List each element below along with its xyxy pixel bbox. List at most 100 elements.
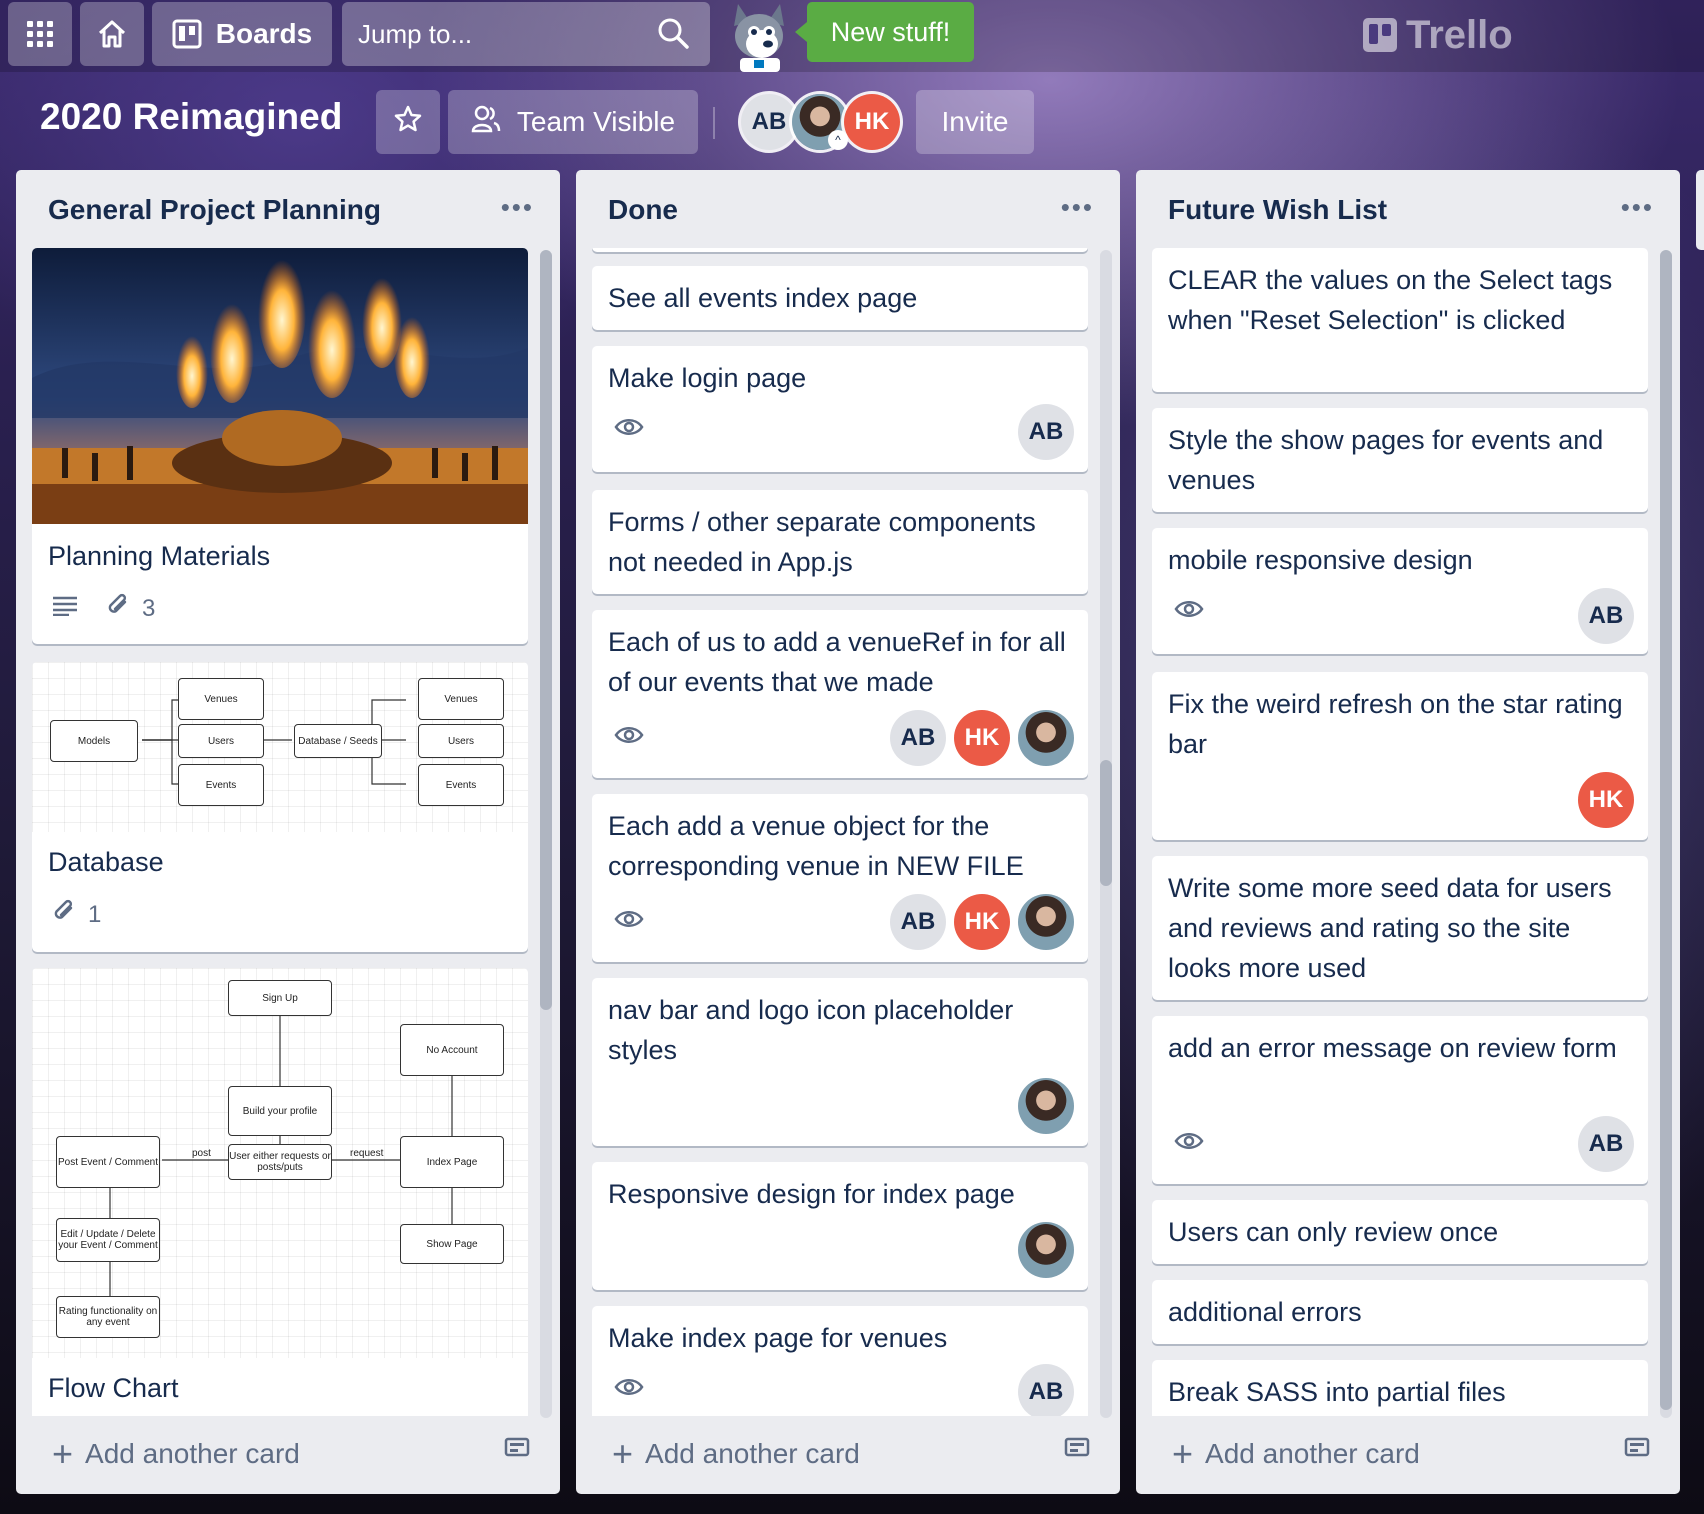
list-scrollbar-thumb[interactable] [1100, 760, 1112, 886]
card-title: Make login page [608, 363, 807, 393]
card-title: Database [48, 847, 164, 877]
card-member-ab[interactable]: AB [890, 710, 946, 766]
add-card-button[interactable]: + Add another card [1172, 1436, 1420, 1472]
list-more-icon[interactable]: ••• [1061, 192, 1094, 223]
trello-logo[interactable]: Trello [1362, 12, 1513, 58]
card-venue-object[interactable]: Each add a venue object for the correspo… [592, 794, 1088, 962]
card-error-message[interactable]: add an error message on review form AB [1152, 1016, 1648, 1184]
card-title: Users can only review once [1168, 1217, 1499, 1247]
fc-user-req-box: User either requests or posts/puts [228, 1144, 332, 1180]
star-board-button[interactable] [376, 90, 440, 154]
card-star-rating-refresh[interactable]: Fix the weird refresh on the star rating… [1152, 672, 1648, 840]
card-title: Style the show pages for events and venu… [1168, 425, 1604, 495]
card-member-ab[interactable]: AB [890, 894, 946, 950]
fc-rating-box: Rating functionality on any event [56, 1296, 160, 1338]
card-member-ab[interactable]: AB [1578, 588, 1634, 644]
card-title: Break SASS into partial files [1168, 1377, 1506, 1407]
card-nav-bar[interactable]: nav bar and logo icon placeholder styles [592, 978, 1088, 1146]
taco-mascot-icon[interactable] [724, 0, 794, 72]
home-button[interactable] [80, 2, 144, 66]
add-card-button[interactable]: + Add another card [52, 1436, 300, 1472]
card-title: Fix the weird refresh on the star rating… [1168, 689, 1623, 759]
card-additional-errors[interactable]: additional errors [1152, 1280, 1648, 1344]
card-index-venues[interactable]: Make index page for venues AB [592, 1306, 1088, 1416]
card-member-photo[interactable] [1018, 1222, 1074, 1278]
diagram-events-box: Events [178, 764, 264, 806]
card-member-ab[interactable]: AB [1578, 1116, 1634, 1172]
list-scrollbar[interactable] [1100, 250, 1112, 1418]
new-stuff-button[interactable]: New stuff! [795, 2, 974, 62]
card-member-photo[interactable] [1018, 1078, 1074, 1134]
search-icon[interactable] [656, 16, 690, 57]
card-member-ab[interactable]: AB [1018, 404, 1074, 460]
add-card-button[interactable]: + Add another card [612, 1436, 860, 1472]
card-member-ab[interactable]: AB [1018, 1364, 1074, 1416]
team-visible-button[interactable]: Team Visible [448, 90, 698, 154]
card-title: Forms / other separate components not ne… [608, 507, 1036, 577]
card-member-hk[interactable]: HK [954, 710, 1010, 766]
trello-logo-icon [1363, 18, 1397, 52]
card-title: Make index page for venues [608, 1323, 948, 1353]
card-member-photo[interactable] [1018, 710, 1074, 766]
card-template-icon[interactable] [504, 1435, 530, 1464]
diagram-venues-box-2: Venues [418, 678, 504, 720]
card-member-photo[interactable] [1018, 894, 1074, 950]
list-title[interactable]: Future Wish List [1168, 194, 1387, 226]
header-divider [713, 107, 715, 139]
card-break-sass[interactable]: Break SASS into partial files [1152, 1360, 1648, 1416]
card-see-all-events[interactable]: See all events index page [592, 266, 1088, 330]
database-diagram: Models Venues Users Events Database / Se… [32, 662, 528, 832]
card-forms-components[interactable]: Forms / other separate components not ne… [592, 490, 1088, 594]
apps-grid-icon [26, 20, 54, 48]
card-member-hk[interactable]: HK [1578, 772, 1634, 828]
card-template-icon[interactable] [1064, 1435, 1090, 1464]
fc-build-box: Build your profile [228, 1086, 332, 1136]
list-title[interactable]: General Project Planning [48, 194, 381, 226]
card-title: mobile responsive design [1168, 545, 1473, 575]
card-mobile-responsive[interactable]: mobile responsive design AB [1152, 528, 1648, 654]
card-responsive-index[interactable]: Responsive design for index page [592, 1162, 1088, 1290]
boards-icon [172, 19, 202, 49]
card-title: add an error message on review form [1168, 1033, 1617, 1063]
card-badges: 1 [52, 898, 101, 931]
card-flow-chart[interactable]: Sign Up Build your profile No Account Po… [32, 968, 528, 1416]
list-more-icon[interactable]: ••• [1621, 192, 1654, 223]
board-title[interactable]: 2020 Reimagined [40, 96, 342, 138]
card-make-login-page[interactable]: Make login page AB [592, 346, 1088, 472]
card-partial-top[interactable] [592, 248, 1088, 252]
card-seed-data[interactable]: Write some more seed data for users and … [1152, 856, 1648, 1000]
list-scrollbar[interactable] [1660, 250, 1672, 1418]
search-placeholder: Jump to... [358, 18, 473, 49]
diagram-events-box-2: Events [418, 764, 504, 806]
card-venue-ref[interactable]: Each of us to add a venueRef in for all … [592, 610, 1088, 778]
attachment-icon [106, 592, 132, 625]
card-member-hk[interactable]: HK [954, 894, 1010, 950]
search-input[interactable]: Jump to... [342, 2, 710, 66]
card-template-icon[interactable] [1624, 1435, 1650, 1464]
invite-button[interactable]: Invite [916, 90, 1034, 154]
card-title: Planning Materials [48, 541, 271, 571]
card-planning-materials[interactable]: Planning Materials 3 [32, 248, 528, 644]
diagram-models-box: Models [50, 720, 138, 762]
list-cards: CLEAR the values on the Select tags when… [1152, 248, 1648, 1416]
list-cards: See all events index page Make login pag… [592, 248, 1088, 1416]
boards-button[interactable]: Boards [152, 2, 332, 66]
member-avatar-hk[interactable]: HK [844, 94, 900, 150]
list-scrollbar-thumb[interactable] [540, 250, 552, 1010]
list-title[interactable]: Done [608, 194, 678, 226]
card-style-show-pages[interactable]: Style the show pages for events and venu… [1152, 408, 1648, 512]
card-clear-select[interactable]: CLEAR the values on the Select tags when… [1152, 248, 1648, 392]
home-icon [96, 18, 128, 50]
card-title: CLEAR the values on the Select tags when… [1168, 265, 1613, 335]
list-scrollbar-thumb[interactable] [1660, 250, 1672, 1410]
card-title: Each add a venue object for the correspo… [608, 811, 1024, 881]
fc-signup-box: Sign Up [228, 980, 332, 1016]
card-review-once[interactable]: Users can only review once [1152, 1200, 1648, 1264]
list-more-icon[interactable]: ••• [501, 192, 534, 223]
list-scrollbar[interactable] [540, 250, 552, 1418]
diagram-users-box-2: Users [418, 724, 504, 758]
apps-grid-button[interactable] [8, 2, 72, 66]
card-database[interactable]: Models Venues Users Events Database / Se… [32, 662, 528, 952]
member-avatar-ab[interactable]: AB [741, 94, 797, 150]
fc-index-box: Index Page [400, 1136, 504, 1188]
